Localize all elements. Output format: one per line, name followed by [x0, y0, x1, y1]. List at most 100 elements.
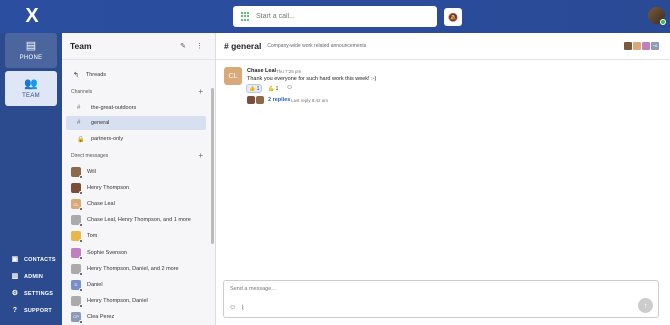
replies-link[interactable]: 2 replies [268, 97, 290, 103]
message-input[interactable] [230, 286, 530, 292]
threads-label: Threads [85, 72, 107, 78]
team-header: Team ✎ ⋮ [62, 33, 215, 60]
channel-label: general [91, 120, 110, 126]
attach-icon[interactable]: ⌇ [241, 304, 244, 312]
dm-item[interactable]: Chase Leal, Henry Thompson, and 1 more [71, 215, 191, 228]
members-more-badge: +8 [650, 41, 660, 51]
dm-label: Tom [87, 233, 98, 240]
presence-dot [79, 319, 83, 324]
dm-item[interactable]: Will [71, 167, 96, 179]
hash-icon: # [77, 105, 81, 111]
message-time: Thu 7:25 pm [276, 68, 302, 74]
presence-dot [79, 191, 83, 196]
presence-dot [79, 287, 83, 292]
channel-label: the-great-outdoors [91, 105, 137, 111]
admin-icon: ▥ [11, 273, 19, 280]
admin-label: ADMIN [24, 274, 44, 280]
channel-description: Company-wide work related announcements [267, 43, 367, 49]
presence-dot [79, 207, 83, 212]
dm-label: Daniel [87, 281, 103, 288]
dm-item[interactable]: CL Chase Leal [71, 199, 115, 212]
dm-avatar [71, 183, 83, 196]
support-link[interactable]: ? SUPPORT [11, 307, 52, 315]
reply-avatar [247, 96, 255, 104]
help-icon: ? [12, 307, 18, 314]
people-icon: 👥 [24, 78, 38, 90]
dm-label: Henry Thompson [87, 185, 130, 192]
dm-avatar [71, 167, 83, 179]
thumbs-up-icon: 👍 [249, 85, 256, 92]
threads-link[interactable]: ↰ Threads [73, 71, 106, 79]
dm-avatar [71, 295, 83, 308]
muscle-icon: 💪 [268, 85, 275, 92]
dm-avatar: CP [71, 311, 83, 324]
dm-label: Henry Thompson, Daniel, and 2 more [87, 265, 179, 272]
start-call-input[interactable] [256, 13, 416, 20]
channel-view: # general Company-wide work related anno… [216, 33, 670, 325]
dm-item[interactable]: Henry Thompson, Daniel [71, 295, 148, 308]
contacts-icon: ▣ [11, 256, 19, 263]
logo[interactable]: X [22, 6, 42, 26]
dm-item[interactable]: Sophie Svenson [71, 247, 128, 260]
contacts-link[interactable]: ▣ CONTACTS [11, 256, 56, 264]
dm-label: Sophie Svenson [87, 249, 128, 256]
dm-item[interactable]: CP Clea Perez [71, 311, 114, 324]
more-options-icon[interactable]: ⋮ [196, 42, 203, 50]
member-avatars[interactable]: +8 [623, 41, 660, 51]
dm-item[interactable]: Tom [71, 231, 98, 244]
reaction-count: 1 [275, 85, 279, 92]
presence-dot [79, 239, 83, 244]
dm-label: Will [87, 169, 96, 175]
message-composer: ☺ ⌇ ↑ [223, 280, 659, 318]
team-panel: Team ✎ ⋮ ↰ Threads Channels + # the-grea… [62, 33, 216, 325]
dm-avatar: CL [71, 199, 83, 212]
message-text: Thank you everyone for such hard work th… [247, 76, 377, 82]
start-call-box[interactable] [233, 6, 437, 27]
dm-item[interactable]: D Daniel [71, 279, 103, 292]
channel-item[interactable]: 🔒 partners-only [66, 132, 206, 146]
dm-avatar [71, 215, 83, 228]
admin-link[interactable]: ▥ ADMIN [11, 273, 43, 281]
dm-label: Chase Leal, Henry Thompson, and 1 more [87, 217, 191, 224]
presence-dot [79, 271, 83, 276]
channel-item[interactable]: # the-great-outdoors [66, 101, 206, 115]
add-dm-icon[interactable]: + [198, 152, 203, 160]
dm-item[interactable]: Henry Thompson [71, 183, 130, 196]
message-avatar[interactable]: CL [224, 67, 242, 85]
dm-item[interactable]: Henry Thompson, Daniel, and 2 more [71, 263, 179, 276]
last-reply-time: Last reply 8:42 am [291, 97, 329, 103]
online-status-dot [660, 19, 666, 25]
nav-phone-button[interactable]: ▤ PHONE [5, 33, 57, 68]
reaction-muscle[interactable]: 💪 1 [266, 84, 280, 93]
channels-label: Channels [71, 89, 93, 95]
new-message-icon[interactable]: ✎ [180, 42, 186, 50]
reply-avatars [247, 96, 265, 104]
settings-label: SETTINGS [24, 291, 54, 297]
channel-item-active[interactable]: # general [66, 116, 206, 130]
dm-avatar [71, 247, 83, 260]
contacts-label: CONTACTS [24, 257, 56, 263]
nav-team-label: TEAM [22, 93, 40, 99]
top-bar: X 🔕 [0, 0, 670, 33]
reaction-count: 1 [256, 85, 260, 92]
settings-link[interactable]: ⚙ SETTINGS [11, 290, 53, 298]
bell-off-icon[interactable]: 🔕 [444, 8, 462, 26]
channel-title: # general [224, 41, 262, 51]
reaction-thumbs-up[interactable]: 👍 1 [246, 84, 263, 93]
nav-team-button[interactable]: 👥 TEAM [5, 71, 57, 106]
add-channel-icon[interactable]: + [198, 88, 203, 96]
chat-icon: ▤ [25, 40, 37, 52]
send-button[interactable]: ↑ [638, 298, 653, 313]
channel-header: # general Company-wide work related anno… [216, 33, 670, 60]
dm-avatar [71, 231, 83, 244]
gear-icon: ⚙ [11, 290, 19, 297]
emoji-icon[interactable]: ☺ [229, 304, 236, 311]
dm-label: Chase Leal [87, 201, 115, 208]
add-reaction-icon[interactable]: ☺ [286, 84, 293, 91]
presence-dot [79, 223, 83, 228]
scrollbar[interactable] [211, 88, 214, 244]
nav-phone-label: PHONE [19, 55, 43, 61]
message-author[interactable]: Chase Leal [247, 68, 276, 74]
support-label: SUPPORT [24, 308, 52, 314]
hash-icon: # [77, 120, 81, 126]
